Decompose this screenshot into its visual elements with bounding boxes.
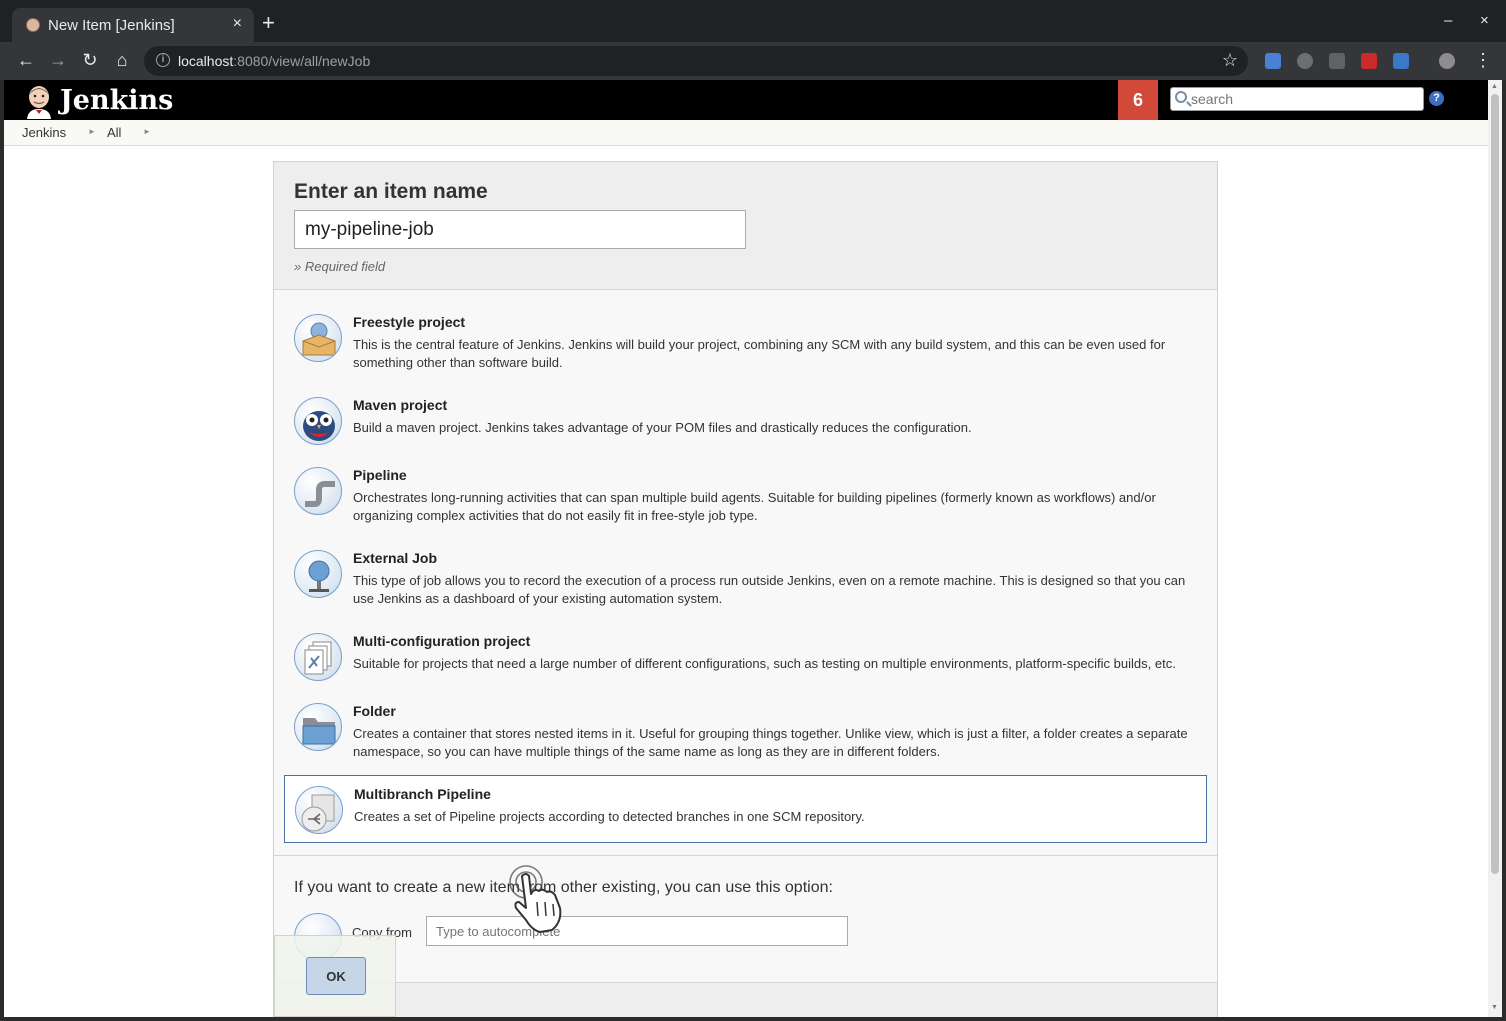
profile-avatar-icon[interactable] xyxy=(1439,53,1455,69)
close-window-button[interactable]: × xyxy=(1480,12,1489,29)
new-tab-button[interactable]: + xyxy=(262,12,275,34)
item-type-name: Multi-configuration project xyxy=(353,633,531,649)
minimize-window-button[interactable]: – xyxy=(1444,12,1452,29)
page-scrollbar[interactable]: ▲ ▼ xyxy=(1488,80,1502,1017)
copy-from-section: If you want to create a new item from ot… xyxy=(274,855,1217,982)
item-type-description: Orchestrates long-running activities tha… xyxy=(353,490,1156,523)
extension-icon[interactable] xyxy=(1393,53,1409,69)
url-text: localhost:8080/view/all/newJob xyxy=(178,53,370,69)
item-type-description: Suitable for projects that need a large … xyxy=(353,656,1176,671)
form-bottom-bar xyxy=(274,982,1217,1017)
jenkins-header: Jenkins 6 ? xyxy=(4,80,1488,120)
address-bar[interactable]: i localhost:8080/view/all/newJob ☆ xyxy=(144,46,1248,76)
translate-extension-icon[interactable] xyxy=(1265,53,1281,69)
breadcrumb-arrow-icon[interactable]: ► xyxy=(143,127,151,136)
search-box[interactable] xyxy=(1170,87,1424,111)
lastpass-extension-icon[interactable] xyxy=(1361,53,1377,69)
reload-icon[interactable]: ↻ xyxy=(79,50,101,70)
multi-config-icon xyxy=(294,633,342,681)
jenkins-butler-logo-icon[interactable] xyxy=(22,83,56,119)
item-type-name: Multibranch Pipeline xyxy=(354,786,491,802)
home-icon[interactable]: ⌂ xyxy=(111,50,133,70)
item-type-freestyle[interactable]: Freestyle project This is the central fe… xyxy=(284,304,1207,372)
item-name-heading: Enter an item name xyxy=(294,180,488,203)
item-type-multibranch-pipeline[interactable]: Multibranch Pipeline Creates a set of Pi… xyxy=(284,775,1207,843)
site-info-icon[interactable]: i xyxy=(156,53,170,67)
scrollbar-thumb[interactable] xyxy=(1491,94,1499,874)
scroll-down-arrow-icon[interactable]: ▼ xyxy=(1491,1004,1498,1011)
forward-arrow-icon[interactable]: → xyxy=(47,50,69,70)
folder-icon xyxy=(294,703,342,751)
ok-button[interactable]: OK xyxy=(306,957,366,995)
breadcrumb-arrow-icon[interactable]: ► xyxy=(88,127,96,136)
breadcrumb: Jenkins ► All ► xyxy=(4,120,1488,146)
search-icon xyxy=(1175,91,1187,103)
close-tab-icon[interactable]: × xyxy=(233,15,242,33)
item-type-maven[interactable]: Maven project Build a maven project. Jen… xyxy=(284,387,1207,455)
item-type-name: Freestyle project xyxy=(353,314,466,330)
item-type-description: This type of job allows you to record th… xyxy=(353,573,1186,606)
scroll-up-arrow-icon[interactable]: ▲ xyxy=(1491,83,1498,90)
help-icon[interactable]: ? xyxy=(1429,91,1444,106)
notification-badge[interactable]: 6 xyxy=(1118,80,1158,120)
page-viewport: Jenkins 6 ? Jenkins ► All ► Enter an ite… xyxy=(4,80,1488,1017)
back-arrow-icon[interactable]: ← xyxy=(15,50,37,70)
freestyle-icon xyxy=(294,314,342,362)
item-type-external-job[interactable]: External Job This type of job allows you… xyxy=(284,540,1207,608)
item-type-name: Pipeline xyxy=(353,467,407,483)
required-field-note: » Required field xyxy=(294,259,386,274)
hand-pointer-cursor-icon xyxy=(509,865,562,933)
url-host: localhost xyxy=(178,53,234,69)
copy-from-input[interactable] xyxy=(426,916,848,946)
item-type-name: External Job xyxy=(353,550,438,566)
item-type-description: Creates a container that stores nested i… xyxy=(353,726,1188,759)
ok-button-bar: OK xyxy=(274,935,396,1017)
multibranch-pipeline-icon xyxy=(295,786,343,834)
item-type-pipeline[interactable]: Pipeline Orchestrates long-running activ… xyxy=(284,457,1207,525)
pipeline-icon xyxy=(294,467,342,515)
ublock-extension-icon[interactable] xyxy=(1329,53,1345,69)
item-type-description: Creates a set of Pipeline projects accor… xyxy=(354,809,865,824)
item-type-description: This is the central feature of Jenkins. … xyxy=(353,337,1166,370)
maven-icon xyxy=(294,397,342,445)
browser-toolbar: ← → ↻ ⌂ i localhost:8080/view/all/newJob… xyxy=(0,42,1506,80)
item-type-name: Folder xyxy=(353,703,396,719)
item-name-section: Enter an item name » Required field xyxy=(274,162,1217,290)
item-type-folder[interactable]: Folder Creates a container that stores n… xyxy=(284,693,1207,761)
jenkins-favicon-icon xyxy=(26,18,40,32)
browser-tab-bar: New Item [Jenkins] × + – × xyxy=(0,0,1506,42)
external-job-icon xyxy=(294,550,342,598)
new-item-panel: Enter an item name » Required field Free… xyxy=(273,161,1218,1017)
item-type-name: Maven project xyxy=(353,397,448,413)
tab-title: New Item [Jenkins] xyxy=(48,17,175,34)
jenkins-title[interactable]: Jenkins xyxy=(60,85,173,116)
search-input[interactable] xyxy=(1191,90,1419,108)
breadcrumb-all[interactable]: All xyxy=(107,125,121,140)
item-type-multi-configuration[interactable]: Multi-configuration project Suitable for… xyxy=(284,623,1207,691)
url-path: :8080/view/all/newJob xyxy=(233,53,371,69)
breadcrumb-jenkins[interactable]: Jenkins xyxy=(22,125,66,140)
bookmark-star-icon[interactable]: ☆ xyxy=(1222,50,1238,71)
pocket-extension-icon[interactable] xyxy=(1297,53,1313,69)
browser-menu-icon[interactable]: ⋮ xyxy=(1474,50,1492,71)
browser-tab[interactable]: New Item [Jenkins] × xyxy=(12,8,254,42)
item-name-input[interactable] xyxy=(294,210,746,249)
item-type-description: Build a maven project. Jenkins takes adv… xyxy=(353,420,972,435)
